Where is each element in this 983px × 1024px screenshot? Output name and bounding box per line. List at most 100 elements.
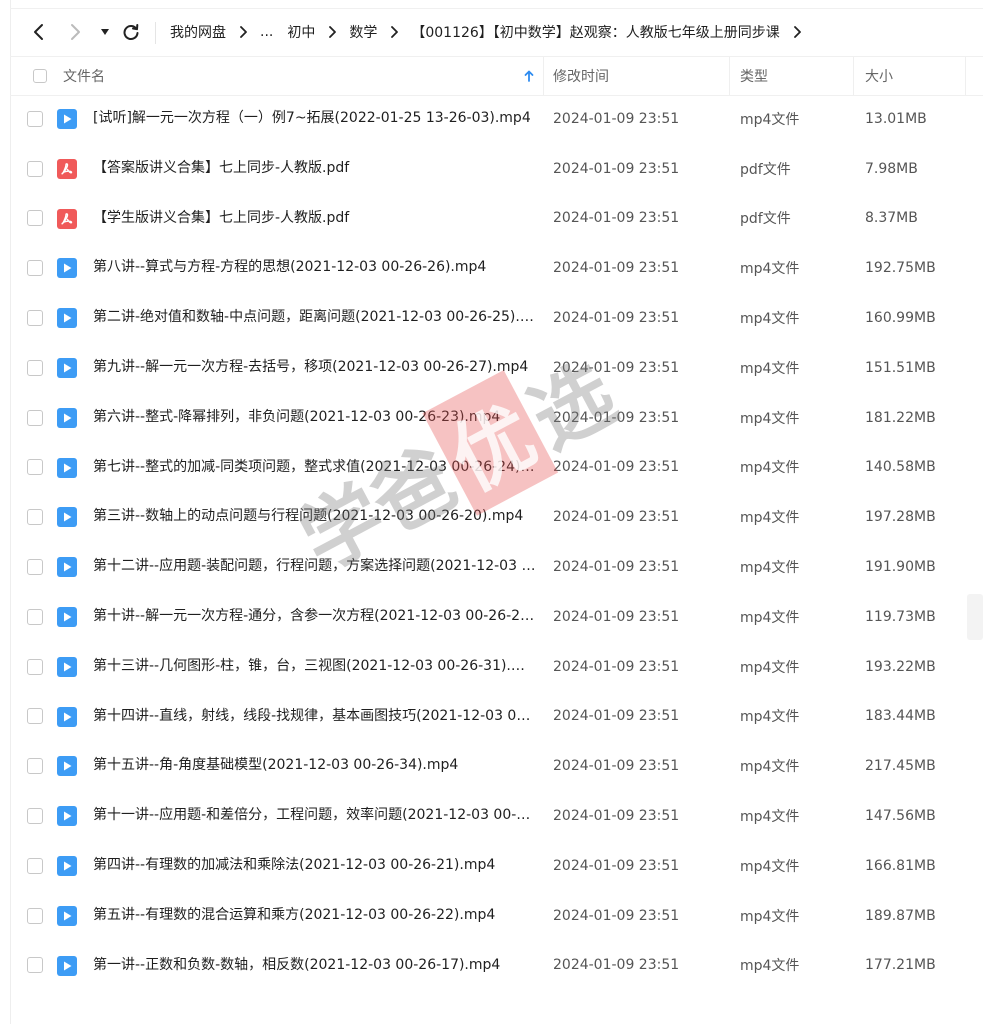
- file-name[interactable]: 第一讲--正数和负数-数轴，相反数(2021-12-03 00-26-17).m…: [93, 941, 538, 991]
- file-row[interactable]: 第十一讲--应用题-和差倍分，工程问题，效率问题(2021-12-03 00-2…: [10, 791, 983, 841]
- file-modified-time: 2024-01-09 23:51: [553, 310, 680, 327]
- sort-ascending-button[interactable]: [524, 57, 534, 95]
- file-modified-time: 2024-01-09 23:51: [553, 210, 680, 227]
- file-name[interactable]: 【答案版讲义合集】七上同步-人教版.pdf: [93, 144, 538, 194]
- file-type: mp4文件: [740, 261, 800, 278]
- file-name[interactable]: 第十四讲--直线，射线，线段-找规律，基本画图技巧(2021-12-03 00-…: [93, 692, 538, 742]
- file-size: 192.75MB: [865, 260, 936, 277]
- file-row[interactable]: 第十四讲--直线，射线，线段-找规律，基本画图技巧(2021-12-03 00-…: [10, 692, 983, 742]
- video-file-icon: [57, 457, 77, 478]
- file-name[interactable]: 【学生版讲义合集】七上同步-人教版.pdf: [93, 194, 538, 244]
- file-name[interactable]: 第五讲--有理数的混合运算和乘方(2021-12-03 00-26-22).mp…: [93, 891, 538, 941]
- file-name[interactable]: 第六讲--整式-降幂排列，非负问题(2021-12-03 00-26-23).m…: [93, 393, 538, 443]
- top-border: [10, 8, 983, 9]
- file-name[interactable]: [试听]解一元一次方程（一）例7~拓展(2022-01-25 13-26-03)…: [93, 94, 538, 144]
- toolbar-divider: [155, 22, 156, 44]
- file-row[interactable]: 第四讲--有理数的加减法和乘除法(2021-12-03 00-26-21).mp…: [10, 841, 983, 891]
- row-checkbox[interactable]: [27, 459, 43, 476]
- file-row[interactable]: 【学生版讲义合集】七上同步-人教版.pdf 2024-01-09 23:51 pdf…: [10, 194, 983, 244]
- column-divider: [853, 57, 854, 95]
- file-name[interactable]: 第三讲--数轴上的动点问题与行程问题(2021-12-03 00-26-20).…: [93, 492, 538, 542]
- breadcrumb-item-my-drive[interactable]: 我的网盘: [170, 22, 226, 42]
- row-checkbox[interactable]: [27, 758, 43, 775]
- row-checkbox[interactable]: [27, 260, 43, 277]
- file-row[interactable]: 第一讲--正数和负数-数轴，相反数(2021-12-03 00-26-17).m…: [10, 941, 983, 991]
- file-type: mp4文件: [740, 858, 800, 875]
- row-checkbox-cell: [27, 791, 43, 841]
- file-type: mp4文件: [740, 709, 800, 726]
- toolbar: 我的网盘 ... 初中 数学 【001126】【初中数学】赵观察：人教版七年级上…: [0, 12, 983, 52]
- breadcrumb-item-math[interactable]: 数学: [349, 22, 377, 42]
- file-name[interactable]: 第四讲--有理数的加减法和乘除法(2021-12-03 00-26-21).mp…: [93, 841, 538, 891]
- file-modified-time: 2024-01-09 23:51: [553, 459, 680, 476]
- row-checkbox[interactable]: [27, 310, 43, 327]
- row-checkbox[interactable]: [27, 110, 43, 127]
- row-checkbox[interactable]: [27, 857, 43, 874]
- file-name[interactable]: 第十五讲--角-角度基础模型(2021-12-03 00-26-34).mp4: [93, 741, 538, 791]
- row-checkbox[interactable]: [27, 658, 43, 675]
- column-header-name[interactable]: 文件名: [63, 57, 105, 95]
- file-row[interactable]: 第十五讲--角-角度基础模型(2021-12-03 00-26-34).mp4 2…: [10, 741, 983, 791]
- file-modified-time: 2024-01-09 23:51: [553, 260, 680, 277]
- file-modified-time: 2024-01-09 23:51: [553, 808, 680, 825]
- select-all-checkbox[interactable]: [33, 69, 47, 83]
- file-modified-time: 2024-01-09 23:51: [553, 708, 680, 725]
- file-row[interactable]: 第十讲--解一元一次方程-通分，含参一次方程(2021-12-03 00-26-…: [10, 592, 983, 642]
- file-list-header: 文件名 修改时间 类型 大小: [10, 56, 983, 96]
- row-checkbox-cell: [27, 293, 43, 343]
- file-row[interactable]: 【答案版讲义合集】七上同步-人教版.pdf 2024-01-09 23:51 pdf…: [10, 144, 983, 194]
- row-checkbox[interactable]: [27, 907, 43, 924]
- column-header-mtime[interactable]: 修改时间: [553, 57, 609, 95]
- file-modified-time: 2024-01-09 23:51: [553, 608, 680, 625]
- video-file-icon: [57, 606, 77, 627]
- file-name[interactable]: 第十一讲--应用题-和差倍分，工程问题，效率问题(2021-12-03 00-2…: [93, 791, 538, 841]
- video-file-icon: [57, 756, 77, 777]
- file-row[interactable]: 第三讲--数轴上的动点问题与行程问题(2021-12-03 00-26-20).…: [10, 492, 983, 542]
- file-name[interactable]: 第七讲--整式的加减-同类项问题，整式求值(2021-12-03 00-26-2…: [93, 443, 538, 493]
- file-row[interactable]: [试听]解一元一次方程（一）例7~拓展(2022-01-25 13-26-03)…: [10, 94, 983, 144]
- file-name[interactable]: 第十讲--解一元一次方程-通分，含参一次方程(2021-12-03 00-26-…: [93, 592, 538, 642]
- row-checkbox[interactable]: [27, 559, 43, 576]
- row-checkbox-cell: [27, 741, 43, 791]
- file-row[interactable]: 第七讲--整式的加减-同类项问题，整式求值(2021-12-03 00-26-2…: [10, 443, 983, 493]
- row-checkbox[interactable]: [27, 359, 43, 376]
- row-checkbox[interactable]: [27, 509, 43, 526]
- row-checkbox[interactable]: [27, 808, 43, 825]
- file-type: mp4文件: [740, 560, 800, 577]
- row-checkbox[interactable]: [27, 708, 43, 725]
- file-row[interactable]: 第二讲-绝对值和数轴-中点问题，距离问题(2021-12-03 00-26-25…: [10, 293, 983, 343]
- file-name[interactable]: 第二讲-绝对值和数轴-中点问题，距离问题(2021-12-03 00-26-25…: [93, 293, 538, 343]
- file-name[interactable]: 第十三讲--几何图形-柱，锥，台，三视图(2021-12-03 00-26-31…: [93, 642, 538, 692]
- file-modified-time: 2024-01-09 23:51: [553, 359, 680, 376]
- file-row[interactable]: 第十二讲--应用题-装配问题，行程问题，方案选择问题(2021-12-03 00…: [10, 542, 983, 592]
- column-header-type[interactable]: 类型: [740, 57, 768, 95]
- column-header-size[interactable]: 大小: [865, 57, 893, 95]
- file-row[interactable]: 第九讲--解一元一次方程-去括号，移项(2021-12-03 00-26-27)…: [10, 343, 983, 393]
- file-name[interactable]: 第八讲--算式与方程-方程的思想(2021-12-03 00-26-26).mp…: [93, 243, 538, 293]
- file-size: 8.37MB: [865, 210, 918, 227]
- row-checkbox[interactable]: [27, 608, 43, 625]
- file-name[interactable]: 第十二讲--应用题-装配问题，行程问题，方案选择问题(2021-12-03 00…: [93, 542, 538, 592]
- back-button[interactable]: [26, 12, 50, 52]
- row-checkbox[interactable]: [27, 160, 43, 177]
- row-checkbox-cell: [27, 194, 43, 244]
- file-row[interactable]: 第五讲--有理数的混合运算和乘方(2021-12-03 00-26-22).mp…: [10, 891, 983, 941]
- row-checkbox-cell: [27, 841, 43, 891]
- file-row[interactable]: 第八讲--算式与方程-方程的思想(2021-12-03 00-26-26).mp…: [10, 243, 983, 293]
- scrollbar-thumb[interactable]: [967, 594, 983, 640]
- breadcrumb-item-current-folder[interactable]: 【001126】【初中数学】赵观察：人教版七年级上册同步课: [411, 22, 779, 42]
- file-row[interactable]: 第十三讲--几何图形-柱，锥，台，三视图(2021-12-03 00-26-31…: [10, 642, 983, 692]
- file-name[interactable]: 第九讲--解一元一次方程-去括号，移项(2021-12-03 00-26-27)…: [93, 343, 538, 393]
- row-checkbox[interactable]: [27, 210, 43, 227]
- history-dropdown-button[interactable]: [96, 12, 114, 52]
- breadcrumb-item-ellipsis[interactable]: ...: [260, 24, 273, 40]
- file-row[interactable]: 第六讲--整式-降幂排列，非负问题(2021-12-03 00-26-23).m…: [10, 393, 983, 443]
- row-checkbox[interactable]: [27, 957, 43, 974]
- file-type: mp4文件: [740, 360, 800, 377]
- forward-button[interactable]: [64, 12, 88, 52]
- video-file-icon: [57, 109, 77, 129]
- row-checkbox[interactable]: [27, 409, 43, 426]
- breadcrumb-item-junior[interactable]: 初中: [287, 22, 315, 42]
- refresh-button[interactable]: [120, 12, 142, 52]
- chevron-right-icon: [389, 26, 401, 38]
